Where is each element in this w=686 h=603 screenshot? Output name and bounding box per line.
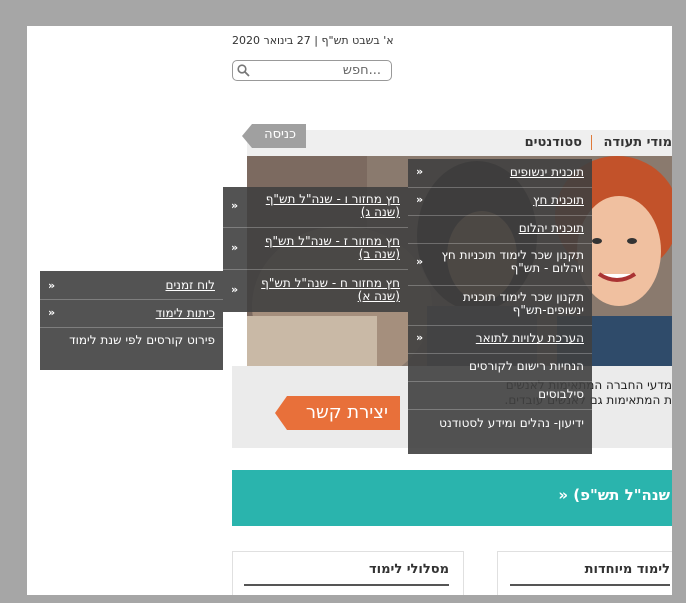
card-study-tracks[interactable]: מסלולי לימוד bbox=[232, 551, 464, 595]
submenu-item-hetz-6[interactable]: חץ מחזור ו - שנה"ל תש"ף (שנה ג) bbox=[240, 193, 400, 219]
submenu-item-course-detail[interactable]: פירוט קורסים לפי שנת לימוד bbox=[65, 334, 215, 347]
tab-students[interactable]: סטודנטים bbox=[525, 135, 582, 150]
enter-button-label: כניסה bbox=[264, 127, 296, 142]
chevron-left-icon: » bbox=[416, 255, 424, 268]
menu-divider bbox=[223, 227, 408, 228]
menu-item-tuition-hetz-yahalom[interactable]: תקנון שכר לימוד תוכניות חץ ויהלום - תש"ף bbox=[424, 249, 584, 275]
hetz-submenu: חץ מחזור ו - שנה"ל תש"ף (שנה ג) » חץ מחז… bbox=[223, 187, 408, 312]
menu-divider bbox=[408, 187, 592, 188]
card-special-studies[interactable]: לימוד מיוחדות bbox=[497, 551, 672, 595]
menu-divider bbox=[408, 381, 592, 382]
chevron-left-icon: » bbox=[48, 306, 56, 319]
menu-item-registration[interactable]: הנחיות רישום לקורסים bbox=[424, 360, 584, 373]
menu-item-hetz[interactable]: תוכנית חץ bbox=[424, 194, 584, 207]
students-dropdown-menu: תוכנית ינשופים » תוכנית חץ » תוכנית יהלו… bbox=[408, 159, 592, 454]
enter-button[interactable]: כניסה bbox=[242, 124, 306, 148]
menu-item-handbook[interactable]: ידיעון- נהלים ומידע לסטודנט bbox=[424, 417, 584, 430]
menu-divider bbox=[408, 285, 592, 286]
submenu-item-classrooms[interactable]: כיתות לימוד bbox=[65, 307, 215, 320]
search-placeholder: חפש... bbox=[342, 63, 381, 78]
chevron-left-icon: » bbox=[48, 279, 56, 292]
card-special-studies-title: לימוד מיוחדות bbox=[584, 562, 670, 577]
contact-button[interactable]: יצירת קשר bbox=[275, 396, 400, 430]
teal-banner-label: » (שנה"ל תש"פ bbox=[558, 486, 670, 504]
chevron-left-icon: » bbox=[416, 331, 424, 344]
header-date: א' בשבט תש"ף | 27 בינואר 2020 bbox=[232, 34, 394, 47]
menu-divider bbox=[40, 327, 223, 328]
screenshot-frame: א' בשבט תש"ף | 27 בינואר 2020 חפש... מוד… bbox=[0, 0, 686, 603]
chevron-left-icon: » bbox=[416, 165, 424, 178]
card-study-tracks-underline bbox=[244, 584, 449, 586]
submenu-item-hetz-8[interactable]: חץ מחזור ח - שנה"ל תש"ף (שנה א) bbox=[240, 277, 400, 303]
submenu-item-hetz-7[interactable]: חץ מחזור ז - שנה"ל תש"ף (שנה ב) bbox=[240, 235, 400, 261]
search-icon[interactable] bbox=[237, 64, 250, 77]
chevron-left-icon: » bbox=[231, 283, 239, 296]
top-nav-bar: מודי תעודה סטודנטים bbox=[247, 130, 672, 156]
submenu-item-schedule[interactable]: לוח זמנים bbox=[65, 279, 216, 292]
card-special-studies-underline bbox=[510, 584, 670, 586]
menu-divider bbox=[223, 269, 408, 270]
menu-item-degree-costs[interactable]: הערכת עלויות לתואר bbox=[424, 332, 584, 345]
menu-divider bbox=[408, 215, 592, 216]
menu-divider bbox=[408, 409, 592, 410]
contact-button-label: יצירת קשר bbox=[305, 402, 388, 423]
menu-divider bbox=[408, 243, 592, 244]
web-page: א' בשבט תש"ף | 27 בינואר 2020 חפש... מוד… bbox=[27, 26, 672, 595]
menu-item-yanshufim[interactable]: תוכנית ינשופים bbox=[424, 166, 584, 179]
nav-separator bbox=[591, 135, 592, 150]
tab-certificate-studies[interactable]: מודי תעודה bbox=[604, 135, 672, 150]
menu-divider bbox=[40, 299, 223, 300]
chevron-left-icon: » bbox=[416, 193, 424, 206]
menu-item-syllabi[interactable]: סילבוסים bbox=[424, 388, 584, 401]
menu-divider bbox=[408, 325, 592, 326]
chevron-left-icon: » bbox=[231, 199, 239, 212]
menu-item-tuition-yanshufim[interactable]: תקנון שכר לימוד תוכנית ינשופים-תש"ף bbox=[424, 291, 584, 317]
chevron-left-icon: » bbox=[231, 241, 239, 254]
teal-banner[interactable]: » (שנה"ל תש"פ bbox=[232, 470, 672, 526]
hetz8-submenu: לוח זמנים » כיתות לימוד » פירוט קורסים ל… bbox=[40, 271, 223, 370]
search-input[interactable]: חפש... bbox=[232, 60, 392, 81]
menu-item-yahalom[interactable]: תוכנית יהלום bbox=[424, 222, 584, 235]
menu-divider bbox=[408, 353, 592, 354]
card-study-tracks-title: מסלולי לימוד bbox=[369, 562, 449, 577]
